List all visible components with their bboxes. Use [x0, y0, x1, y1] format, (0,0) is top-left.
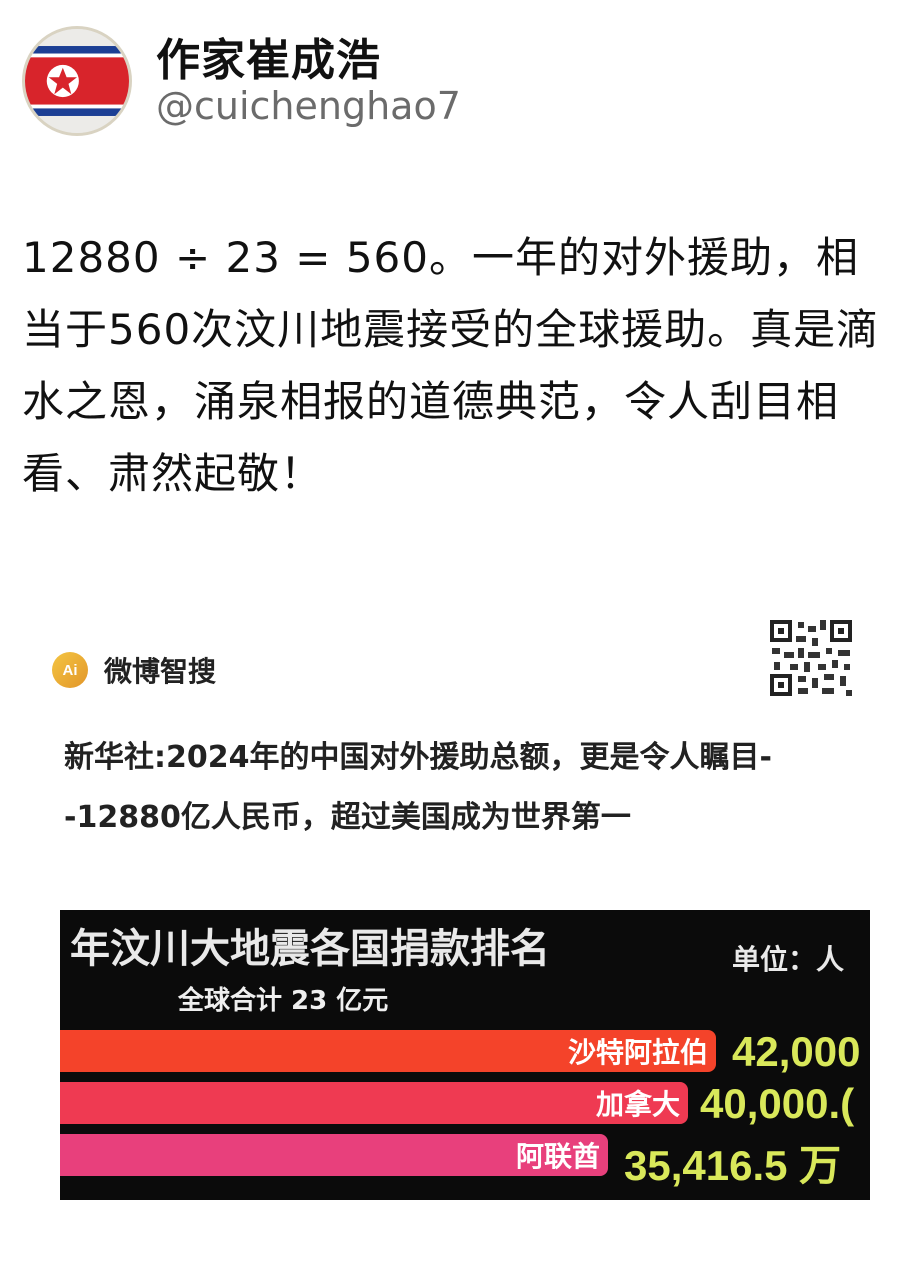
ranking-bar: 阿联酋: [60, 1134, 608, 1176]
post-text: 12880 ÷ 23 = 560。一年的对外援助，相当于560次汶川地震接受的全…: [22, 233, 880, 498]
user-handle[interactable]: @cuichenghao7: [156, 84, 461, 128]
card-brand: 微博智搜: [104, 655, 217, 688]
donation-value: 35,416.5 万: [624, 1142, 842, 1189]
ranking-total: 全球合计 23 亿元: [178, 986, 389, 1016]
donation-value: 40,000.(: [700, 1080, 855, 1127]
display-name[interactable]: 作家崔成浩: [156, 24, 381, 88]
qr-code-icon: [768, 618, 854, 698]
avatar[interactable]: [22, 26, 132, 136]
ranking-bar: 加拿大: [60, 1082, 688, 1124]
ranking-title: 年汶川大地震各国捐款排名: [70, 926, 550, 972]
north-korea-flag-icon: [25, 29, 129, 133]
card-text: 新华社:2024年的中国对外援助总额，更是令人瞩目--12880亿人民币，超过美…: [64, 740, 772, 835]
donation-value: 42,000: [732, 1028, 861, 1075]
ranking-unit: 单位：人: [732, 943, 845, 976]
country-label: 沙特阿拉伯: [567, 1036, 708, 1069]
donation-ranking-image: 年汶川大地震各国捐款排名 单位：人 全球合计 23 亿元 沙特阿拉伯 42,00…: [60, 910, 870, 1200]
ranking-bar: 沙特阿拉伯: [60, 1030, 716, 1072]
country-label: 阿联酋: [515, 1140, 600, 1173]
country-label: 加拿大: [595, 1088, 680, 1121]
ai-badge-icon: Ai: [52, 652, 88, 688]
